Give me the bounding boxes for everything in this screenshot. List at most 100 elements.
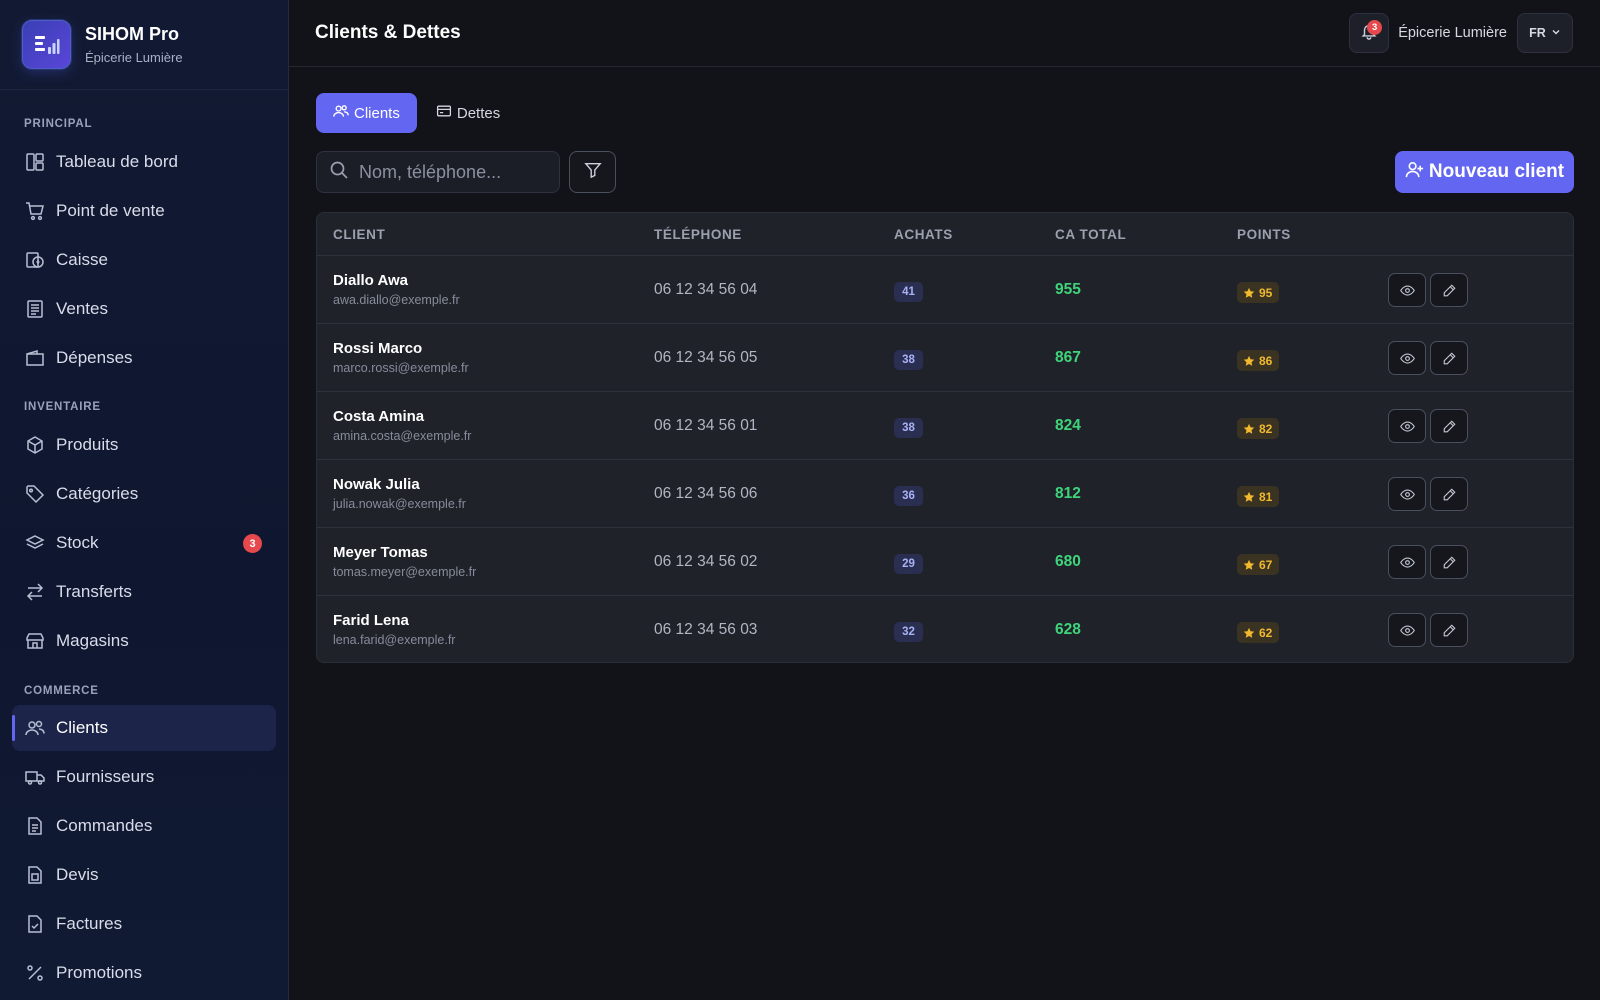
invoice-icon <box>24 913 46 935</box>
view-client-button[interactable] <box>1388 545 1426 579</box>
dashboard-icon <box>24 151 46 173</box>
transfer-icon <box>24 581 46 603</box>
client-email: marco.rossi@exemple.fr <box>333 361 469 375</box>
sidebar-item-label: Clients <box>56 718 108 737</box>
client-phone: 06 12 34 56 03 <box>654 621 758 638</box>
edit-client-button[interactable] <box>1430 477 1468 511</box>
eye-icon <box>1399 488 1415 500</box>
client-phone: 06 12 34 56 06 <box>654 485 758 502</box>
language-label: FR <box>1529 26 1546 40</box>
sidebar-item-label: Promotions <box>56 963 142 982</box>
table-row: Nowak Julia julia.nowak@exemple.fr 06 12… <box>317 460 1573 528</box>
users-icon <box>333 103 354 123</box>
table-row: Rossi Marco marco.rossi@exemple.fr 06 12… <box>317 324 1573 392</box>
view-client-button[interactable] <box>1388 409 1426 443</box>
receipt-icon <box>24 298 46 320</box>
layers-icon <box>24 532 46 554</box>
client-email: lena.farid@exemple.fr <box>333 633 456 647</box>
sidebar-item-produits[interactable]: Produits <box>12 422 276 468</box>
star-icon <box>1243 423 1255 434</box>
table-row: Meyer Tomas tomas.meyer@exemple.fr 06 12… <box>317 528 1573 596</box>
edit-client-button[interactable] <box>1430 409 1468 443</box>
sidebar-item-categories[interactable]: Catégories <box>12 471 276 517</box>
eye-icon <box>1399 352 1415 364</box>
sidebar-item-factures[interactable]: Factures <box>12 901 276 947</box>
column-header-telephone: TÉLÉPHONE <box>654 227 742 242</box>
tag-icon <box>24 483 46 505</box>
filter-icon <box>583 161 602 184</box>
view-client-button[interactable] <box>1388 477 1426 511</box>
notifications-button[interactable]: 3 <box>1349 13 1390 53</box>
eye-icon <box>1399 624 1415 636</box>
purchases-count-badge: 38 <box>894 350 923 370</box>
edit-client-button[interactable] <box>1430 341 1468 375</box>
points-value: 81 <box>1259 489 1273 504</box>
points-value: 86 <box>1259 353 1273 368</box>
total-revenue: 812 <box>1055 485 1081 502</box>
points-value: 67 <box>1259 557 1273 572</box>
eye-icon <box>1399 556 1415 568</box>
sidebar-item-label: Dépenses <box>56 348 133 367</box>
sidebar-item-label: Stock <box>56 533 99 552</box>
view-client-button[interactable] <box>1388 613 1426 647</box>
column-header-ca-total: CA TOTAL <box>1055 227 1127 242</box>
sidebar-item-label: Ventes <box>56 299 108 318</box>
total-revenue: 824 <box>1055 417 1081 434</box>
sidebar-item-clients[interactable]: Clients <box>12 705 276 751</box>
quote-icon <box>24 864 46 886</box>
sidebar-item-label: Point de vente <box>56 201 165 220</box>
loyalty-points-badge: 62 <box>1237 622 1280 643</box>
sidebar-item-promotions[interactable]: Promotions <box>12 950 276 996</box>
purchases-count-badge: 32 <box>894 622 923 642</box>
language-selector[interactable]: FR <box>1517 13 1573 53</box>
view-client-button[interactable] <box>1388 341 1426 375</box>
section-principal: PRINCIPAL <box>24 118 93 130</box>
points-value: 82 <box>1259 421 1273 436</box>
sidebar-item-caisse[interactable]: Caisse <box>12 237 276 283</box>
sidebar-item-label: Caisse <box>56 250 108 269</box>
chevron-down-icon <box>1546 26 1561 40</box>
sidebar-item-label: Magasins <box>56 631 129 650</box>
view-client-button[interactable] <box>1388 273 1426 307</box>
sidebar-item-commandes[interactable]: Commandes <box>12 803 276 849</box>
edit-client-button[interactable] <box>1430 545 1468 579</box>
client-phone: 06 12 34 56 02 <box>654 553 758 570</box>
star-icon <box>1243 491 1255 502</box>
pencil-icon <box>1443 487 1456 500</box>
client-name: Costa Amina <box>333 408 425 425</box>
sidebar-item-stock[interactable]: Stock 3 <box>12 520 276 566</box>
tab-clients[interactable]: Clients <box>316 93 417 133</box>
new-client-button[interactable]: Nouveau client <box>1395 151 1574 193</box>
section-commerce: COMMERCE <box>24 685 99 697</box>
tab-dettes[interactable]: Dettes <box>419 93 517 133</box>
filter-button[interactable] <box>569 151 616 193</box>
client-name: Diallo Awa <box>333 272 409 289</box>
sidebar-item-magasins[interactable]: Magasins <box>12 618 276 664</box>
edit-client-button[interactable] <box>1430 273 1468 307</box>
cart-icon <box>24 200 46 222</box>
edit-client-button[interactable] <box>1430 613 1468 647</box>
client-name: Farid Lena <box>333 612 409 629</box>
store-name: Épicerie Lumière <box>1398 25 1507 41</box>
box-icon <box>24 434 46 456</box>
client-name: Rossi Marco <box>333 340 423 357</box>
table-row: Diallo Awa awa.diallo@exemple.fr 06 12 3… <box>317 256 1573 324</box>
user-plus-icon <box>1405 160 1429 185</box>
sidebar-item-fournisseurs[interactable]: Fournisseurs <box>12 754 276 800</box>
cash-register-icon <box>24 249 46 271</box>
sidebar-item-devis[interactable]: Devis <box>12 852 276 898</box>
section-inventaire: INVENTAIRE <box>24 401 101 413</box>
sidebar-item-tableau-de-bord[interactable]: Tableau de bord <box>12 139 276 185</box>
sidebar-item-transferts[interactable]: Transferts <box>12 569 276 615</box>
eye-icon <box>1399 420 1415 432</box>
table-header: CLIENT TÉLÉPHONE ACHATS CA TOTAL POINTS <box>317 213 1573 256</box>
search-input[interactable] <box>359 161 539 183</box>
sidebar-item-ventes[interactable]: Ventes <box>12 286 276 332</box>
sidebar-item-point-de-vente[interactable]: Point de vente <box>12 188 276 234</box>
purchases-count-badge: 41 <box>894 282 923 302</box>
sidebar-item-label: Transferts <box>56 582 132 601</box>
pencil-icon <box>1443 351 1456 364</box>
sidebar-item-depenses[interactable]: Dépenses <box>12 335 276 381</box>
clients-table: CLIENT TÉLÉPHONE ACHATS CA TOTAL POINTS … <box>316 212 1574 663</box>
pencil-icon <box>1443 283 1456 296</box>
